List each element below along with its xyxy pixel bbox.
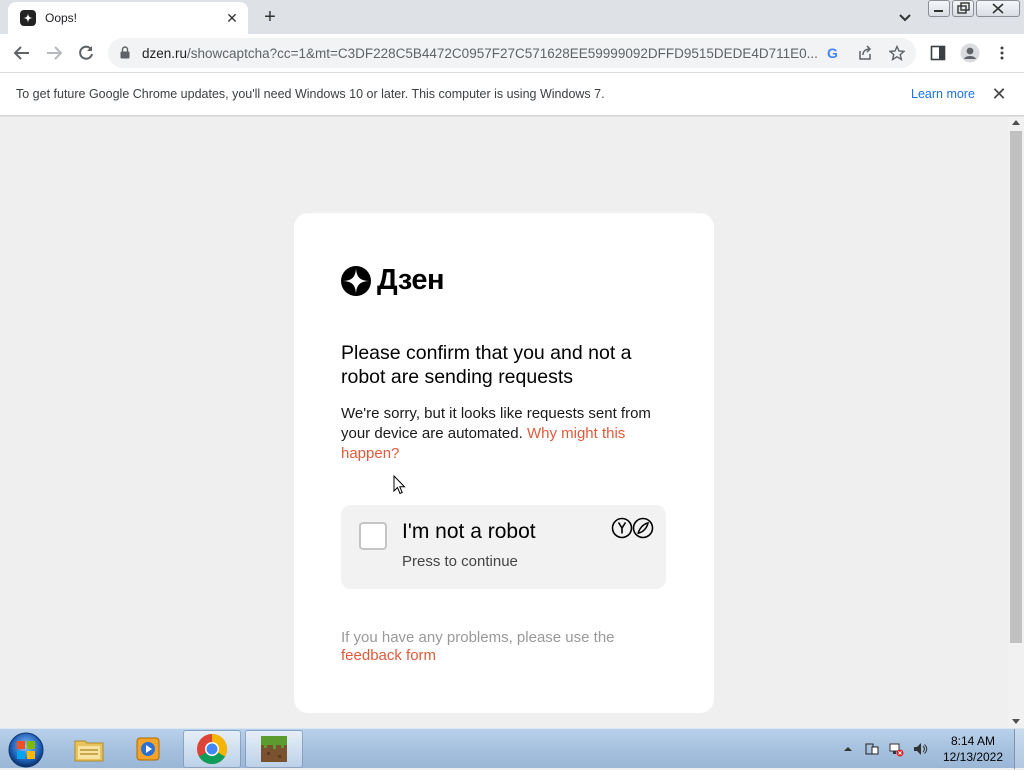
restore-button[interactable] bbox=[952, 0, 974, 17]
menu-kebab-icon[interactable] bbox=[992, 43, 1012, 63]
folder-icon bbox=[74, 740, 104, 762]
tab-search-icon[interactable] bbox=[896, 8, 914, 26]
reload-icon bbox=[79, 45, 93, 60]
profile-avatar-icon[interactable] bbox=[960, 43, 980, 63]
infobar-message: To get future Google Chrome updates, you… bbox=[16, 87, 605, 101]
start-button[interactable] bbox=[6, 730, 46, 770]
show-hidden-icons-arrow-icon[interactable] bbox=[840, 741, 856, 757]
address-bar[interactable]: dzen.ru/showcaptcha?cc=1&mt=C3DF228C5B44… bbox=[108, 38, 916, 68]
url-host: dzen.ru bbox=[142, 46, 188, 61]
volume-icon[interactable] bbox=[912, 741, 928, 757]
captcha-description: We're sorry, but it looks like requests … bbox=[341, 404, 671, 464]
tab-title: Oops! bbox=[45, 11, 78, 25]
chrome-icon bbox=[197, 734, 228, 765]
network-disconnected-icon[interactable] bbox=[888, 741, 904, 757]
feedback-note: If you have any problems, please use the… bbox=[341, 629, 641, 665]
windows-taskbar: 8:14 AM 12/13/2022 bbox=[0, 728, 1024, 770]
forward-arrow-icon bbox=[47, 46, 63, 60]
minecraft-grass-block-icon bbox=[261, 736, 287, 762]
minimize-button[interactable] bbox=[928, 0, 950, 17]
media-player-icon bbox=[136, 737, 160, 761]
taskbar-minecraft[interactable] bbox=[245, 730, 303, 768]
tab-strip: Oops! ✕ + bbox=[0, 0, 1024, 34]
side-panel-icon[interactable] bbox=[928, 43, 948, 63]
lock-icon bbox=[120, 46, 130, 59]
window-close-button[interactable] bbox=[976, 0, 1020, 17]
system-tray bbox=[840, 729, 936, 769]
scroll-down-arrow-icon[interactable] bbox=[1012, 719, 1020, 724]
forward-button[interactable] bbox=[42, 41, 66, 65]
window-controls bbox=[928, 0, 1022, 18]
svg-text:G: G bbox=[827, 45, 838, 61]
clock-date: 12/13/2022 bbox=[942, 750, 1004, 764]
reload-button[interactable] bbox=[74, 41, 98, 65]
back-arrow-icon bbox=[13, 46, 29, 60]
clock-time: 8:14 AM bbox=[950, 734, 996, 748]
browser-toolbar: dzen.ru/showcaptcha?cc=1&mt=C3DF228C5B44… bbox=[0, 34, 1024, 72]
taskbar-clock[interactable]: 8:14 AM 12/13/2022 bbox=[940, 733, 1006, 765]
captcha-subtitle: Press to continue bbox=[402, 553, 518, 570]
logo-text: Дзен bbox=[377, 264, 445, 296]
yandex-smartcaptcha-icon bbox=[611, 517, 654, 539]
page-content: Дзен Please confirm that you and not a r… bbox=[0, 117, 1008, 728]
mouse-pointer-icon bbox=[393, 475, 406, 495]
dzen-favicon-icon bbox=[20, 10, 36, 26]
learn-more-link[interactable]: Learn more bbox=[911, 87, 975, 101]
captcha-title: I'm not a robot bbox=[402, 520, 536, 543]
infobar-close-icon[interactable]: ✕ bbox=[990, 84, 1008, 104]
feedback-form-link[interactable]: feedback form bbox=[341, 647, 436, 664]
url-path: /showcaptcha?cc=1&mt=C3DF228C5B4472C0957… bbox=[187, 46, 818, 61]
feedback-note-text: If you have any problems, please use the bbox=[341, 629, 615, 646]
not-a-robot-widget[interactable]: I'm not a robot Press to continue bbox=[341, 505, 666, 589]
dzen-logo: Дзен bbox=[341, 264, 445, 297]
scroll-up-arrow-icon[interactable] bbox=[1012, 120, 1020, 125]
taskbar-chrome[interactable] bbox=[183, 730, 241, 768]
back-button[interactable] bbox=[10, 41, 34, 65]
not-a-robot-checkbox[interactable] bbox=[359, 522, 387, 550]
google-lens-icon[interactable]: G bbox=[824, 44, 842, 62]
new-tab-button[interactable]: + bbox=[259, 6, 281, 28]
browser-tab[interactable]: Oops! ✕ bbox=[8, 2, 248, 34]
tab-close-icon[interactable]: ✕ bbox=[224, 10, 240, 26]
update-infobar: To get future Google Chrome updates, you… bbox=[0, 72, 1024, 116]
taskbar-media-player[interactable] bbox=[120, 730, 178, 768]
captcha-card: Дзен Please confirm that you and not a r… bbox=[294, 213, 714, 713]
page-heading: Please confirm that you and not a robot … bbox=[341, 342, 632, 388]
scroll-thumb[interactable] bbox=[1010, 131, 1022, 643]
show-desktop-button[interactable] bbox=[1014, 729, 1024, 769]
url-text: dzen.ru/showcaptcha?cc=1&mt=C3DF228C5B44… bbox=[142, 46, 818, 61]
bookmark-star-icon[interactable] bbox=[888, 44, 906, 62]
taskbar-explorer[interactable] bbox=[60, 730, 118, 768]
share-icon[interactable] bbox=[856, 44, 874, 62]
vertical-scrollbar[interactable] bbox=[1008, 117, 1024, 728]
action-center-flag-icon[interactable] bbox=[864, 741, 880, 757]
dzen-logo-icon bbox=[341, 265, 371, 296]
